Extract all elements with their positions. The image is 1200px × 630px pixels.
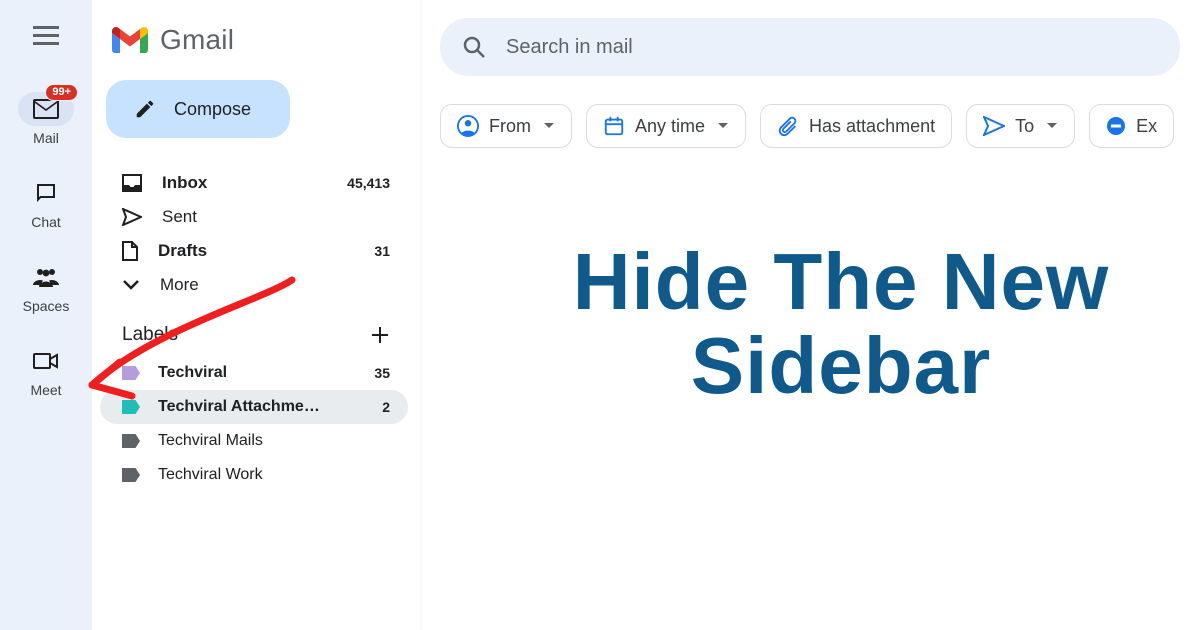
- label-count: 35: [374, 365, 390, 381]
- label-color-icon: [122, 468, 140, 482]
- folder-more[interactable]: More: [100, 268, 408, 302]
- folder-label: Drafts: [158, 241, 354, 261]
- chip-label: Ex: [1136, 116, 1157, 137]
- chip-anytime[interactable]: Any time: [586, 104, 746, 148]
- folder-count: 31: [374, 243, 390, 259]
- rail-item-mail[interactable]: 99+ Mail: [10, 92, 82, 146]
- label-item[interactable]: Techviral 35: [100, 356, 408, 390]
- caret-down-icon: [543, 122, 555, 130]
- chip-label: Any time: [635, 116, 705, 137]
- chip-to[interactable]: To: [966, 104, 1075, 148]
- label-name: Techviral Attachme…: [158, 398, 364, 416]
- folder-drafts[interactable]: Drafts 31: [100, 234, 408, 268]
- meet-icon: [18, 344, 74, 378]
- menu-button[interactable]: [33, 26, 59, 46]
- label-name: Techviral Mails: [158, 432, 390, 450]
- label-count: 2: [382, 399, 390, 415]
- folder-label: Sent: [162, 207, 390, 227]
- search-placeholder: Search in mail: [506, 36, 633, 59]
- label-item[interactable]: Techviral Work: [100, 458, 408, 492]
- nav-panel: Gmail Compose Inbox 45,413 Sent Drafts 3…: [92, 0, 422, 630]
- add-label-button[interactable]: [370, 325, 390, 345]
- app-root: 99+ Mail Chat Spaces Meet: [0, 0, 1200, 630]
- compose-label: Compose: [174, 99, 251, 120]
- compose-button[interactable]: Compose: [106, 80, 290, 138]
- sent-icon: [122, 208, 142, 226]
- spaces-icon: [18, 260, 74, 294]
- folder-count: 45,413: [347, 175, 390, 191]
- rail-label: Mail: [33, 130, 59, 146]
- chip-exclude[interactable]: Ex: [1089, 104, 1174, 148]
- rail-item-meet[interactable]: Meet: [10, 344, 82, 398]
- folder-inbox[interactable]: Inbox 45,413: [100, 166, 408, 200]
- folder-sent[interactable]: Sent: [100, 200, 408, 234]
- labels-list: Techviral 35 Techviral Attachme… 2 Techv…: [100, 356, 408, 492]
- pencil-icon: [134, 98, 156, 120]
- hero-line-2: Sidebar: [482, 324, 1200, 408]
- label-color-icon: [122, 434, 140, 448]
- left-rail: 99+ Mail Chat Spaces Meet: [0, 0, 92, 630]
- chip-attachment[interactable]: Has attachment: [760, 104, 952, 148]
- label-item[interactable]: Techviral Mails: [100, 424, 408, 458]
- calendar-icon: [603, 115, 625, 137]
- brand-name: Gmail: [160, 24, 234, 56]
- folder-label: More: [160, 275, 390, 295]
- minus-circle-icon: [1106, 116, 1126, 136]
- paperclip-icon: [777, 115, 799, 137]
- chip-label: From: [489, 116, 531, 137]
- label-color-icon: [122, 400, 140, 414]
- drafts-icon: [122, 241, 138, 261]
- folder-label: Inbox: [162, 173, 327, 193]
- chip-label: Has attachment: [809, 116, 935, 137]
- chat-icon: [18, 176, 74, 210]
- gmail-logo-icon: [112, 26, 148, 54]
- rail-label: Spaces: [23, 298, 70, 314]
- hero-overlay-text: Hide The New Sidebar: [482, 240, 1200, 408]
- search-bar[interactable]: Search in mail: [440, 18, 1180, 76]
- search-icon: [462, 35, 486, 59]
- chip-from[interactable]: From: [440, 104, 572, 148]
- brand: Gmail: [112, 24, 400, 56]
- label-item[interactable]: Techviral Attachme… 2: [100, 390, 408, 424]
- main-area: Search in mail From Any time Has attachm…: [422, 0, 1200, 630]
- person-icon: [457, 115, 479, 137]
- chevron-down-icon: [122, 279, 140, 291]
- label-color-icon: [122, 366, 140, 380]
- folder-list: Inbox 45,413 Sent Drafts 31 More: [100, 166, 408, 302]
- mail-icon: 99+: [18, 92, 74, 126]
- caret-down-icon: [717, 122, 729, 130]
- rail-label: Chat: [31, 214, 61, 230]
- filter-chips: From Any time Has attachment To Ex: [440, 104, 1200, 148]
- rail-item-spaces[interactable]: Spaces: [10, 260, 82, 314]
- hamburger-icon: [33, 26, 59, 46]
- mail-badge: 99+: [45, 84, 78, 101]
- rail-item-chat[interactable]: Chat: [10, 176, 82, 230]
- caret-down-icon: [1046, 122, 1058, 130]
- label-name: Techviral Work: [158, 466, 390, 484]
- rail-label: Meet: [30, 382, 61, 398]
- inbox-icon: [122, 174, 142, 192]
- send-icon: [983, 116, 1005, 136]
- hero-line-1: Hide The New: [482, 240, 1200, 324]
- labels-header: Labels: [100, 302, 408, 356]
- chip-label: To: [1015, 116, 1034, 137]
- labels-title: Labels: [122, 324, 178, 346]
- label-name: Techviral: [158, 364, 356, 382]
